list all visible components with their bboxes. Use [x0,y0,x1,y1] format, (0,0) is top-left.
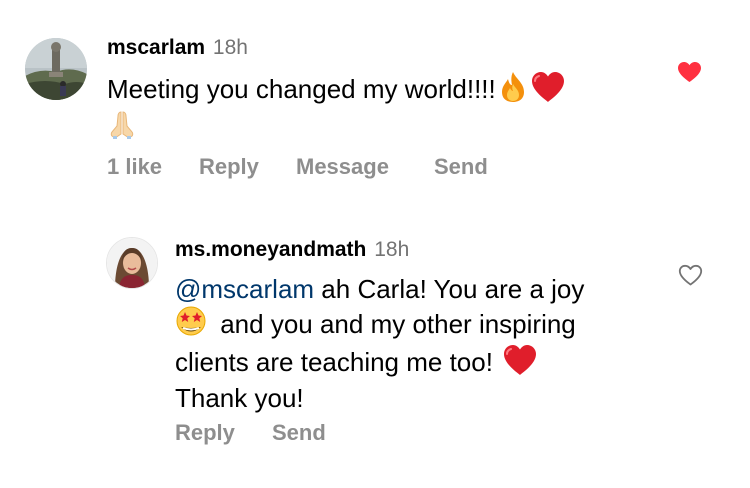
reply-button[interactable]: Reply [199,154,259,180]
message-button[interactable]: Message [296,154,389,180]
comment-text-line-4: Thank you! [175,383,304,413]
folded-hands-emoji [107,110,137,147]
comment-text: @mscarlam ah Carla! You are a joy and yo… [175,274,645,414]
comment-text: Meeting you changed my world!!!! [107,71,647,147]
comment-header: ms.moneyandmath 18h [175,238,409,262]
avatar[interactable] [25,38,87,100]
timestamp: 18h [212,36,248,59]
username[interactable]: ms.moneyandmath [175,238,366,261]
reply-comment: ms.moneyandmath 18h @mscarlam ah Carla! … [0,200,750,488]
comment-actions: 1 like Reply Message Send [107,154,527,180]
send-button[interactable]: Send [434,154,488,180]
like-heart-icon-outline[interactable] [678,264,703,291]
comment-text-line-1: ah Carla! You are a joy [314,274,585,304]
mention-link[interactable]: @mscarlam [175,274,314,304]
username[interactable]: mscarlam [107,36,205,59]
like-heart-icon-filled[interactable] [677,61,702,88]
comment-actions: Reply Send [175,420,395,446]
star-struck-emoji [175,305,207,344]
comment-text-line-2: and you and my other inspiring [213,309,576,339]
fire-emoji [500,71,526,110]
red-heart-emoji [530,71,566,110]
reply-button[interactable]: Reply [175,420,235,446]
comment: mscarlam 18h Meeting you changed my worl… [0,0,750,200]
comment-header: mscarlam 18h [107,36,248,60]
avatar[interactable] [106,237,158,289]
comment-text-content: Meeting you changed my world!!!! [107,74,496,104]
send-button[interactable]: Send [272,420,326,446]
red-heart-emoji [502,344,538,383]
timestamp: 18h [374,238,410,261]
like-count[interactable]: 1 like [107,154,162,180]
comment-text-line-3: clients are teaching me too! [175,347,501,377]
